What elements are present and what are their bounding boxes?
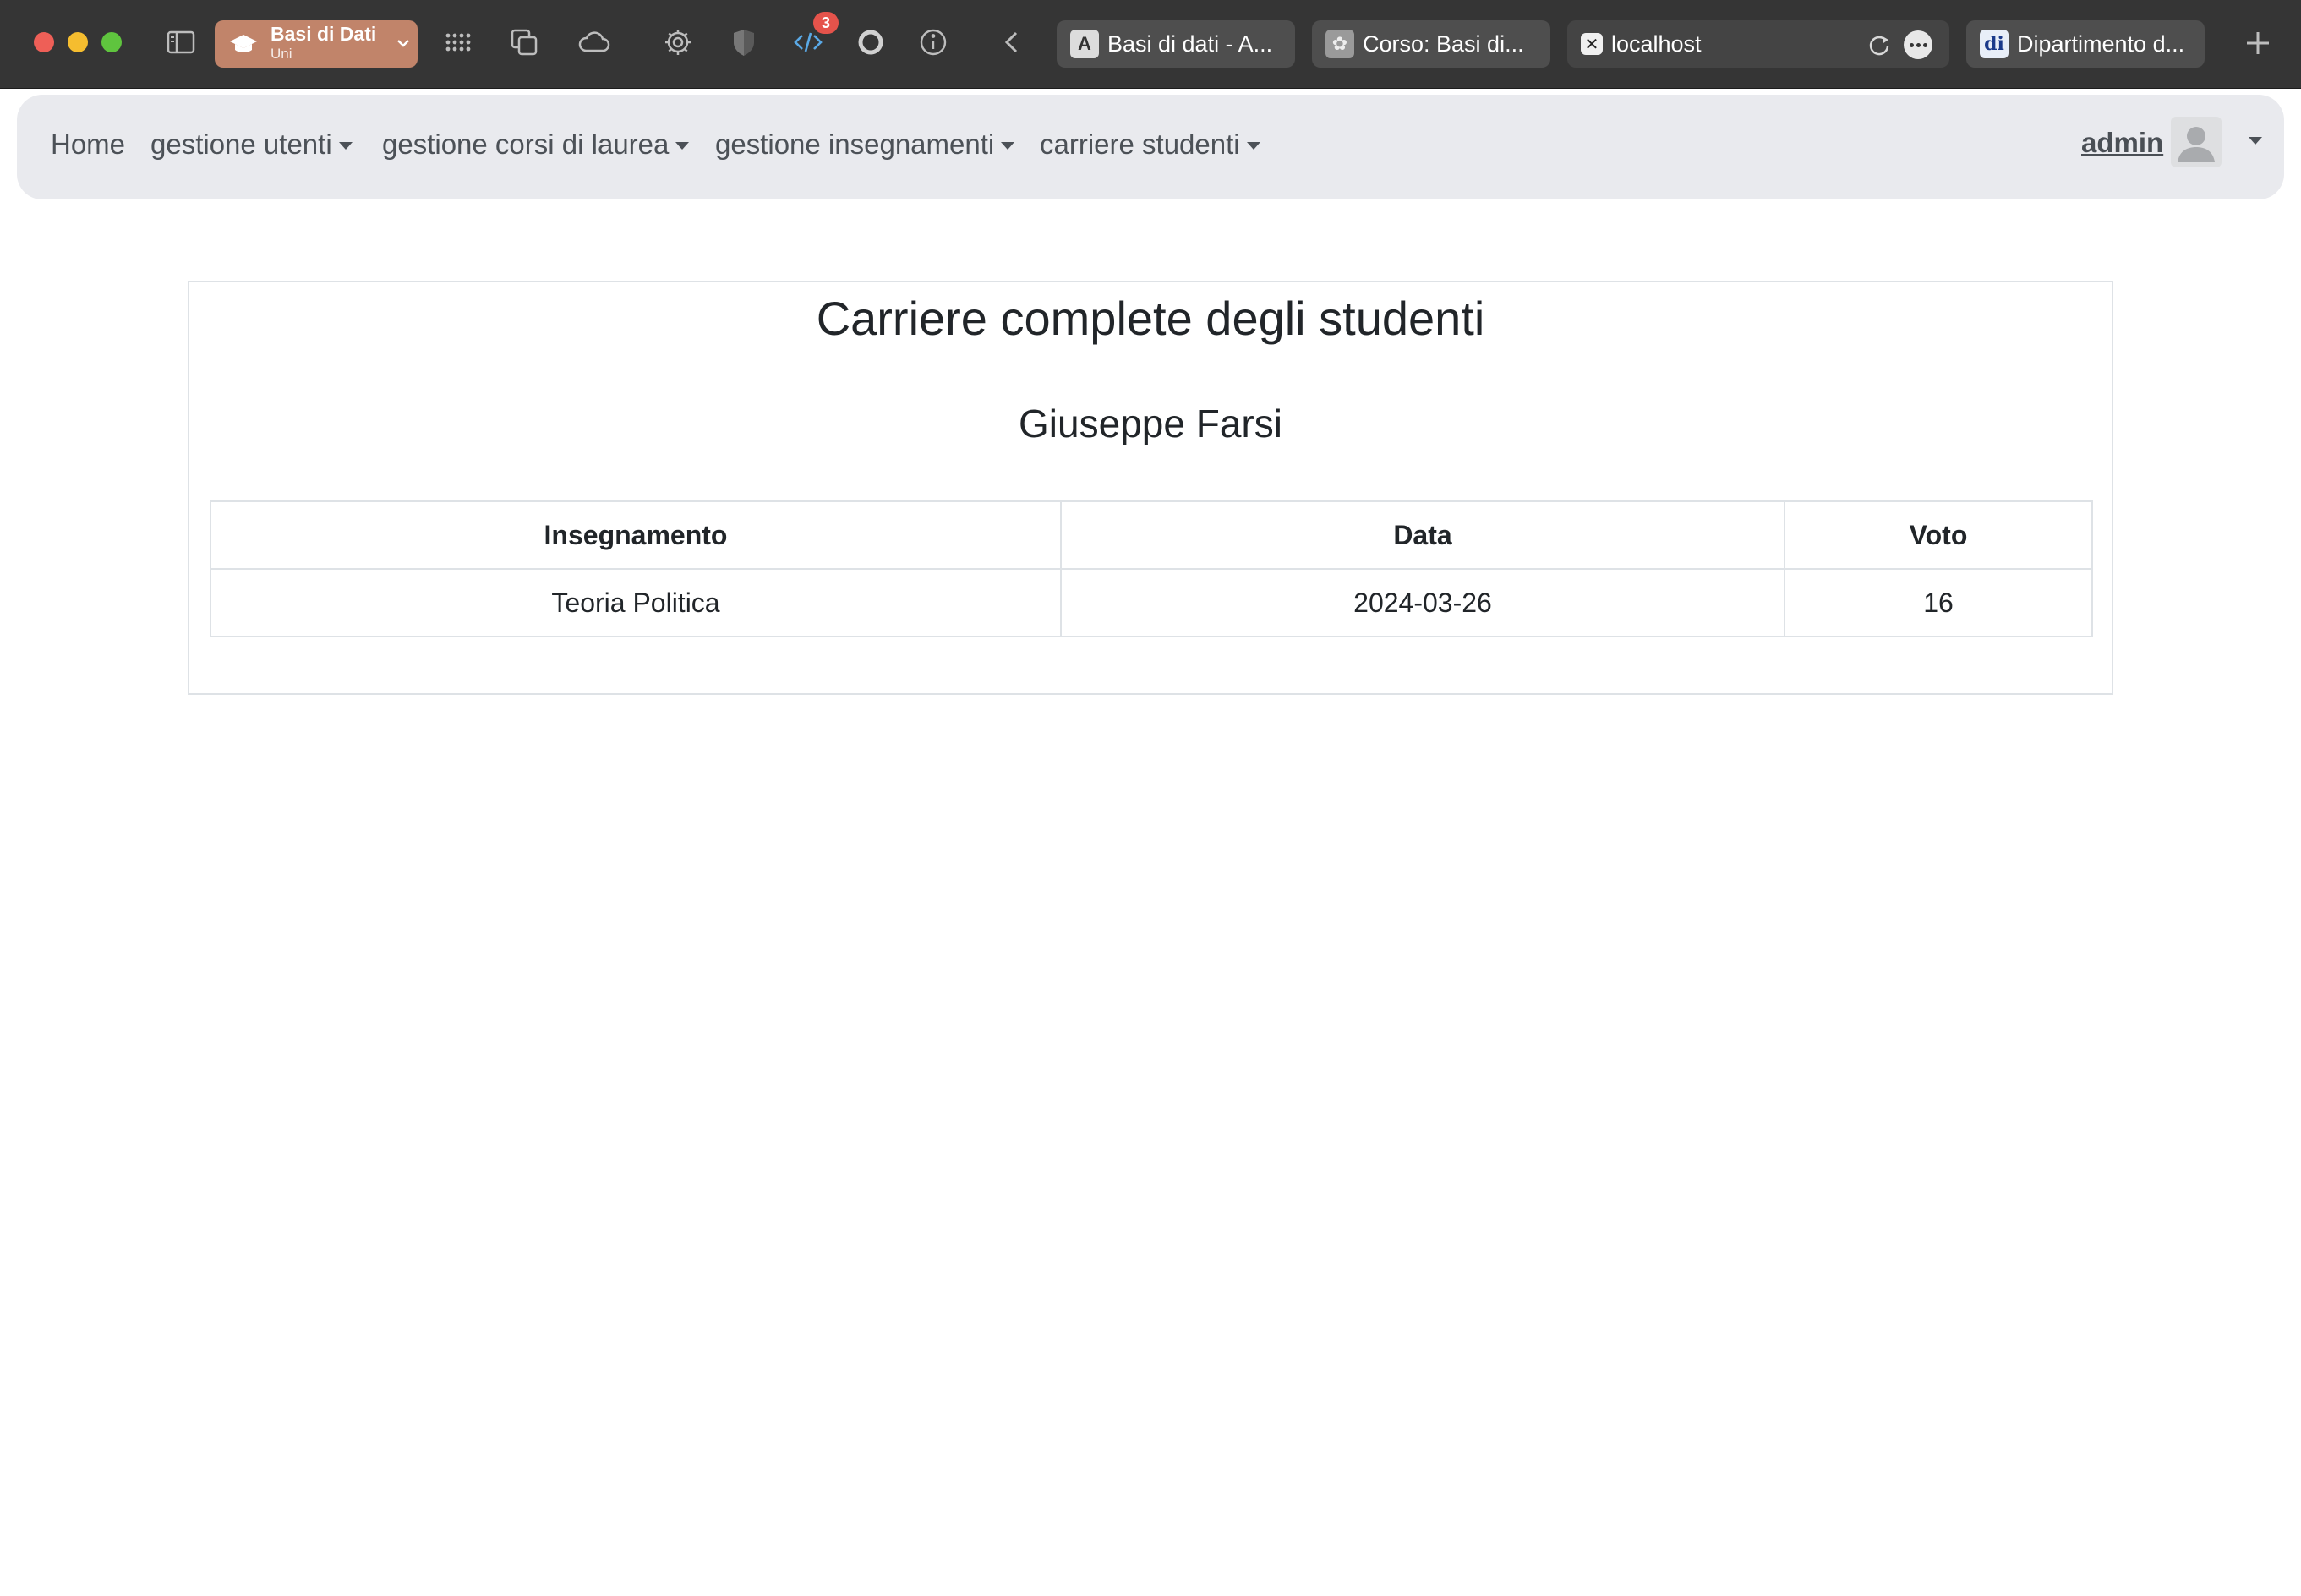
column-header-data: Data	[1060, 500, 1785, 570]
caret-down-icon	[1001, 141, 1015, 150]
user-profile-link[interactable]: admin	[2081, 127, 2163, 159]
cell-insegnamento: Teoria Politica	[210, 568, 1062, 637]
tab-title: localhost	[1611, 30, 1702, 57]
nav-carriere-studenti-label: carriere studenti	[1040, 128, 1240, 160]
nav-gestione-insegnamenti-label: gestione insegnamenti	[715, 128, 995, 160]
new-tab-plus-icon[interactable]	[2240, 25, 2276, 61]
table-row: Teoria Politica 2024-03-26 16	[210, 568, 2093, 637]
tab-overview-grid-icon[interactable]	[440, 24, 477, 61]
info-icon[interactable]	[915, 24, 952, 61]
reload-icon[interactable]	[1865, 30, 1894, 59]
user-avatar-icon	[2178, 127, 2215, 162]
more-options-icon[interactable]	[1904, 30, 1932, 59]
tab-title: Corso: Basi di...	[1363, 30, 1524, 57]
back-arrow-icon[interactable]	[994, 24, 1031, 61]
close-window-button[interactable]	[34, 32, 54, 52]
nav-gestione-insegnamenti-dropdown[interactable]: gestione insegnamenti	[715, 128, 1015, 161]
nav-gestione-corsi-dropdown[interactable]: gestione corsi di laurea	[382, 128, 690, 161]
cell-data: 2024-03-26	[1060, 568, 1785, 637]
main-navbar: Home gestione utenti gestione corsi di l…	[17, 95, 2284, 200]
record-circle-icon[interactable]	[852, 24, 889, 61]
cloud-icon[interactable]	[575, 24, 612, 61]
minimize-window-button[interactable]	[68, 32, 88, 52]
page-title: Carriere complete degli studenti	[816, 292, 1485, 345]
tab-group-selector[interactable]: Basi di Dati Uni	[215, 20, 418, 68]
caret-down-icon	[675, 141, 690, 150]
student-name: Giuseppe Farsi	[1019, 402, 1282, 445]
browser-toolbar: Basi di Dati Uni 3 A Basi di dati - A...…	[0, 0, 2301, 89]
tab-title: Dipartimento d...	[2017, 30, 2185, 57]
tab-group-subtitle: Uni	[271, 46, 292, 62]
column-header-insegnamento: Insegnamento	[210, 500, 1062, 570]
tab-basi-di-dati[interactable]: A Basi di dati - A...	[1057, 20, 1295, 68]
tab-favicon: A	[1070, 30, 1099, 58]
nav-gestione-utenti-label: gestione utenti	[150, 128, 332, 160]
extension-count-badge: 3	[813, 12, 839, 34]
tab-dipartimento[interactable]: di Dipartimento d...	[1966, 20, 2205, 68]
chevron-down-icon	[397, 40, 409, 47]
nav-home-link[interactable]: Home	[51, 128, 125, 161]
caret-down-icon	[1246, 141, 1260, 150]
career-card: Carriere complete degli studenti Giusepp…	[188, 281, 2113, 695]
cell-voto: 16	[1784, 568, 2093, 637]
column-header-voto: Voto	[1784, 500, 2093, 570]
tab-title: Basi di dati - A...	[1107, 30, 1273, 57]
user-menu-caret-icon[interactable]	[2249, 137, 2262, 145]
shield-icon[interactable]	[725, 24, 762, 61]
caret-down-icon	[338, 141, 353, 150]
tab-group-title: Basi di Dati	[271, 23, 377, 45]
nav-gestione-utenti-dropdown[interactable]: gestione utenti	[150, 128, 353, 161]
sidebar-toggle-icon[interactable]	[162, 24, 199, 61]
career-table: Insegnamento Data Voto Teoria Politica 2…	[210, 500, 2093, 637]
tab-corso-basi-di-dati[interactable]: ✿ Corso: Basi di...	[1312, 20, 1550, 68]
tab-favicon: ✿	[1325, 30, 1354, 58]
zoom-window-button[interactable]	[101, 32, 122, 52]
nav-gestione-corsi-label: gestione corsi di laurea	[382, 128, 670, 160]
graduation-cap-icon	[230, 35, 257, 52]
tab-favicon: ✕	[1581, 33, 1603, 55]
settings-gear-icon[interactable]	[659, 24, 697, 61]
nav-home-label: Home	[51, 128, 126, 160]
avatar[interactable]	[2171, 117, 2222, 167]
nav-carriere-studenti-dropdown[interactable]: carriere studenti	[1040, 128, 1260, 161]
table-header-row: Insegnamento Data Voto	[210, 500, 2093, 570]
duplicate-tabs-icon[interactable]	[506, 24, 543, 61]
tab-favicon: di	[1980, 30, 2009, 58]
